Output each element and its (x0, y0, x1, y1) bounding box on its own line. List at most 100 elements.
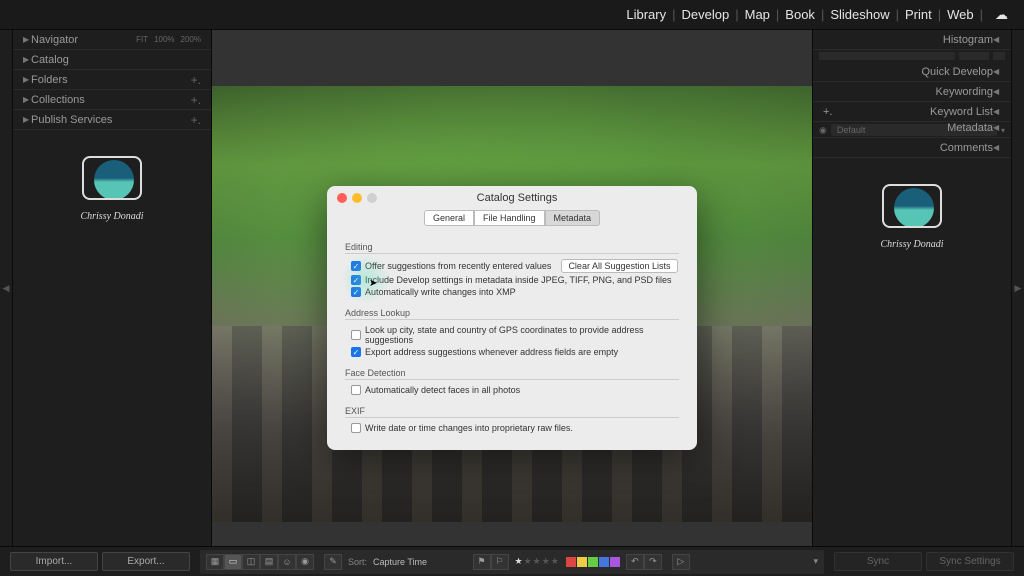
publish-header[interactable]: Publish Services +. (13, 110, 211, 130)
chk-write-date-raw[interactable] (351, 423, 361, 433)
module-library[interactable]: Library (622, 7, 670, 22)
identity-plate-right: Chrissy Donadi (813, 158, 1011, 268)
view-survey-icon[interactable]: ▤ (260, 554, 278, 570)
dialog-tabs: General File Handling Metadata (327, 210, 697, 226)
section-editing: Editing (345, 242, 679, 254)
label-export-address: Export address suggestions whenever addr… (365, 347, 618, 357)
module-map[interactable]: Map (741, 7, 774, 22)
painter-icon[interactable]: ✎ (324, 554, 342, 570)
tab-metadata[interactable]: Metadata (545, 210, 601, 226)
right-panel-collapse[interactable]: ▶ (1012, 30, 1024, 546)
separator: | (774, 7, 781, 22)
disclosure-icon (23, 75, 31, 84)
separator: | (733, 7, 740, 22)
center-canvas: Catalog Settings General File Handling M… (212, 30, 812, 546)
histogram-indicators (813, 50, 1011, 62)
quick-develop-header[interactable]: Quick Develop (813, 62, 1011, 82)
flag-pick-icon[interactable]: ⚑ (473, 554, 491, 570)
disclosure-icon (993, 143, 1001, 152)
folders-add[interactable]: +. (191, 73, 201, 87)
toolbar: ▦ ▭ ◫ ▤ ☺ ◉ ✎ Sort: Capture Time ⚑ ⚐ ★★★… (200, 550, 824, 574)
collections-header[interactable]: Collections +. (13, 90, 211, 110)
sync-settings-button[interactable]: Sync Settings (926, 552, 1014, 571)
disclosure-icon (993, 87, 1001, 96)
identity-plate: Chrissy Donadi (13, 130, 211, 240)
label-include-develop: Include Develop settings in metadata ins… (365, 275, 671, 285)
disclosure-icon (993, 107, 1001, 116)
section-address: Address Lookup (345, 308, 679, 320)
rating-stars[interactable]: ★★★★★ (515, 556, 560, 567)
separator: | (936, 7, 943, 22)
chk-export-address[interactable] (351, 347, 361, 357)
label-auto-write-xmp: Automatically write changes into XMP (365, 287, 516, 297)
bottom-bar: Import... Export... ▦ ▭ ◫ ▤ ☺ ◉ ✎ Sort: … (0, 546, 1024, 576)
view-camera-icon[interactable]: ◉ (296, 554, 314, 570)
view-loupe-icon[interactable]: ▭ (224, 554, 242, 570)
chk-offer-suggestions[interactable] (351, 261, 361, 271)
module-book[interactable]: Book (781, 7, 819, 22)
module-web[interactable]: Web (943, 7, 978, 22)
disclosure-icon (23, 95, 31, 104)
import-button[interactable]: Import... (10, 552, 98, 571)
right-panel: Histogram Quick Develop Keywording +. Ke… (812, 30, 1012, 546)
separator: | (894, 7, 901, 22)
keywording-header[interactable]: Keywording (813, 82, 1011, 102)
rotate-cw-icon[interactable]: ↷ (644, 554, 662, 570)
sort-value[interactable]: Capture Time (373, 557, 427, 567)
tab-general[interactable]: General (424, 210, 474, 226)
color-label-purple[interactable] (610, 557, 620, 567)
folders-header[interactable]: Folders +. (13, 70, 211, 90)
histogram-header[interactable]: Histogram (813, 30, 1011, 50)
tab-file-handling[interactable]: File Handling (474, 210, 545, 226)
chk-lookup-gps[interactable] (351, 330, 361, 340)
module-develop[interactable]: Develop (678, 7, 734, 22)
module-print[interactable]: Print (901, 7, 936, 22)
navigator-label: Navigator (31, 34, 136, 46)
metadata-header[interactable]: Metadata (813, 118, 1011, 138)
disclosure-icon (993, 35, 1001, 44)
comments-header[interactable]: Comments (813, 138, 1011, 158)
left-panel-collapse[interactable]: ◀ (0, 30, 12, 546)
view-people-icon[interactable]: ☺ (278, 554, 296, 570)
color-label-yellow[interactable] (577, 557, 587, 567)
label-lookup-gps: Look up city, state and country of GPS c… (365, 325, 679, 345)
publish-add[interactable]: +. (191, 113, 201, 127)
disclosure-icon (23, 35, 31, 44)
view-grid-icon[interactable]: ▦ (206, 554, 224, 570)
color-labels (566, 557, 620, 567)
collections-add[interactable]: +. (191, 93, 201, 107)
navigator-header[interactable]: Navigator FIT 100% 200% (13, 30, 211, 50)
label-offer-suggestions: Offer suggestions from recently entered … (365, 261, 551, 271)
disclosure-icon (993, 123, 1001, 132)
rotate-ccw-icon[interactable]: ↶ (626, 554, 644, 570)
catalog-settings-dialog: Catalog Settings General File Handling M… (327, 186, 697, 450)
color-label-red[interactable] (566, 557, 576, 567)
separator: | (670, 7, 677, 22)
label-detect-faces: Automatically detect faces in all photos (365, 385, 520, 395)
keyword-list-add[interactable]: +. (823, 106, 853, 118)
section-exif: EXIF (345, 406, 679, 418)
disclosure-icon (23, 55, 31, 64)
close-button[interactable] (337, 193, 347, 203)
flag-reject-icon[interactable]: ⚐ (491, 554, 509, 570)
view-compare-icon[interactable]: ◫ (242, 554, 260, 570)
sync-button[interactable]: Sync (834, 552, 922, 571)
catalog-header[interactable]: Catalog (13, 50, 211, 70)
clear-suggestions-button[interactable]: Clear All Suggestion Lists (561, 259, 677, 273)
module-picker: Library| Develop| Map| Book| Slideshow| … (0, 0, 1024, 30)
color-label-blue[interactable] (599, 557, 609, 567)
color-label-green[interactable] (588, 557, 598, 567)
dialog-title: Catalog Settings (347, 192, 687, 204)
chk-detect-faces[interactable] (351, 385, 361, 395)
separator: | (819, 7, 826, 22)
module-slideshow[interactable]: Slideshow (826, 7, 893, 22)
cloud-sync-icon[interactable]: ☁ (991, 7, 1012, 23)
separator: | (978, 7, 985, 22)
export-button[interactable]: Export... (102, 552, 190, 571)
label-write-date-raw: Write date or time changes into propriet… (365, 423, 573, 433)
navigator-zoom[interactable]: FIT 100% 200% (136, 35, 201, 44)
chk-include-develop[interactable] (351, 275, 361, 285)
chk-auto-write-xmp[interactable] (351, 287, 361, 297)
toolbar-menu-icon[interactable]: ▾ (813, 556, 818, 567)
slideshow-icon[interactable]: ▷ (672, 554, 690, 570)
